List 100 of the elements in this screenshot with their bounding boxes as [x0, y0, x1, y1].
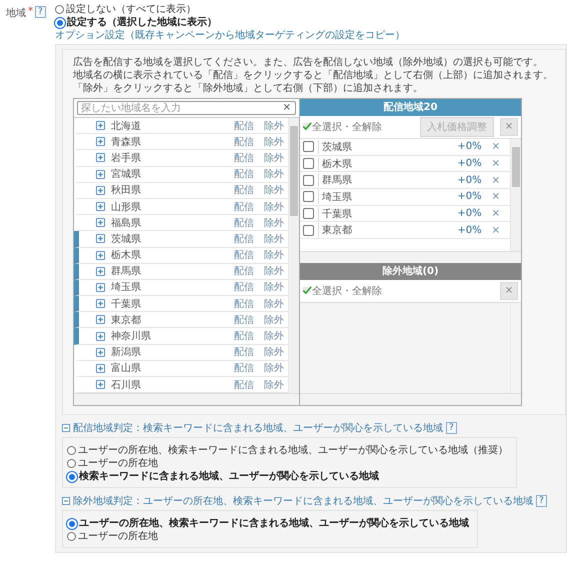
expand-icon[interactable]	[96, 332, 105, 341]
expand-icon[interactable]	[96, 315, 105, 324]
help-button[interactable]: ?	[446, 422, 457, 434]
expand-icon[interactable]	[96, 218, 105, 228]
expand-icon[interactable]	[96, 186, 105, 195]
select-all-link[interactable]: 全選択・全解除	[312, 284, 500, 298]
exclude-link[interactable]: 除外	[264, 167, 284, 182]
deliver-link[interactable]: 配信	[234, 312, 254, 327]
exclude-link[interactable]: 除外	[264, 296, 284, 311]
expand-icon[interactable]	[96, 170, 105, 179]
help-button[interactable]: ?	[536, 495, 547, 508]
expand-icon[interactable]	[96, 348, 105, 357]
remove-button[interactable]: ×	[492, 158, 500, 170]
radio-button[interactable]	[67, 446, 76, 456]
deliver-link[interactable]: 配信	[234, 232, 254, 246]
radio-button[interactable]	[55, 5, 64, 14]
section-title[interactable]: 配信地域判定：検索キーワードに含まれる地域、ユーザーが関心を示している地域	[73, 421, 443, 436]
deliver-link[interactable]: 配信	[234, 216, 254, 230]
region-row[interactable]: 北海道 配信 除外	[74, 118, 288, 134]
deliver-link[interactable]: 配信	[234, 361, 254, 376]
scrollbar[interactable]	[288, 118, 299, 394]
expand-icon[interactable]	[96, 282, 105, 292]
deliver-link[interactable]: 配信	[234, 183, 254, 198]
remove-button[interactable]: ×	[492, 191, 500, 202]
collapse-icon[interactable]	[62, 424, 70, 432]
radio-button[interactable]	[67, 532, 76, 542]
expand-icon[interactable]	[96, 266, 105, 276]
checkbox[interactable]	[303, 158, 314, 170]
instruction-text: 広告を配信する地域を選択してください。また、広告を配信しない地域（除外地域）の選択も可能です。	[73, 56, 544, 69]
checkbox[interactable]	[303, 141, 314, 152]
search-field[interactable]: 探したい地域名を入力 ×	[77, 101, 296, 115]
region-row[interactable]: 青森県 配信 除外	[74, 134, 288, 150]
checkbox[interactable]	[303, 224, 314, 236]
exclude-link[interactable]: 除外	[264, 248, 284, 262]
radio-button[interactable]	[67, 459, 76, 468]
remove-button[interactable]: ×	[500, 282, 518, 300]
instruction-text: 「除外」をクリックすると「除外地域」として右側（下部）に追加されます。	[73, 82, 424, 95]
region-row[interactable]: 宮城県 配信 除外	[74, 166, 288, 183]
deliver-link[interactable]: 配信	[234, 167, 254, 182]
expand-icon[interactable]	[96, 137, 105, 146]
deliver-link[interactable]: 配信	[234, 280, 254, 294]
checkbox[interactable]	[303, 208, 314, 220]
region-row[interactable]: 富山県 配信 除外	[74, 360, 288, 377]
deliver-link[interactable]: 配信	[234, 329, 254, 344]
help-button[interactable]: ?	[35, 6, 46, 18]
exclude-link[interactable]: 除外	[264, 200, 284, 214]
exclude-link[interactable]: 除外	[264, 183, 284, 198]
deliver-link[interactable]: 配信	[234, 264, 254, 278]
region-row[interactable]: 山形県 配信 除外	[74, 198, 288, 216]
horizontal-scrollbar[interactable]	[300, 393, 521, 406]
checkbox[interactable]	[303, 174, 314, 186]
exclude-link[interactable]: 除外	[264, 329, 284, 344]
deliver-link[interactable]: 配信	[234, 200, 254, 214]
deliver-link[interactable]: 配信	[234, 118, 254, 133]
region-row[interactable]: 福島県 配信 除外	[74, 215, 288, 232]
checkmark-icon[interactable]	[302, 122, 312, 132]
deliver-link[interactable]: 配信	[234, 345, 254, 360]
select-all-link[interactable]: 全選択・全解除	[312, 120, 420, 134]
radio-label: ユーザーの所在地	[78, 530, 158, 544]
expand-icon[interactable]	[96, 153, 105, 162]
exclude-link[interactable]: 除外	[264, 150, 284, 165]
expand-icon[interactable]	[96, 299, 105, 308]
exclude-link[interactable]: 除外	[264, 361, 284, 376]
exclude-link[interactable]: 除外	[264, 232, 284, 246]
deliver-link[interactable]: 配信	[234, 296, 254, 311]
exclude-link[interactable]: 除外	[264, 280, 284, 294]
expand-icon[interactable]	[96, 202, 105, 212]
exclude-link[interactable]: 除外	[264, 216, 284, 230]
remove-button[interactable]: ×	[492, 224, 500, 236]
expand-icon[interactable]	[96, 250, 105, 260]
remove-button[interactable]: ×	[492, 208, 500, 220]
exclude-link[interactable]: 除外	[264, 312, 284, 327]
region-row[interactable]: 秋田県 配信 除外	[74, 182, 288, 199]
remove-button[interactable]: ×	[492, 174, 500, 186]
expand-icon[interactable]	[96, 121, 105, 130]
scrollbar[interactable]	[510, 139, 521, 251]
checkmark-icon[interactable]	[302, 286, 312, 296]
exclude-link[interactable]: 除外	[264, 345, 284, 360]
deliver-link[interactable]: 配信	[234, 378, 254, 392]
clear-button[interactable]: ×	[278, 102, 295, 114]
horizontal-scrollbar[interactable]	[300, 251, 521, 263]
exclude-link[interactable]: 除外	[264, 118, 284, 133]
section-title[interactable]: 除外地域判定：ユーザーの所在地、検索キーワードに含まれる地域、ユーザーが関心を示している地域	[73, 494, 533, 508]
deliver-link[interactable]: 配信	[234, 150, 254, 165]
exclude-link[interactable]: 除外	[264, 378, 284, 392]
expand-icon[interactable]	[96, 380, 105, 390]
remove-button[interactable]: ×	[500, 118, 518, 136]
checkbox[interactable]	[303, 191, 314, 202]
deliver-link[interactable]: 配信	[234, 134, 254, 149]
exclude-link[interactable]: 除外	[264, 134, 284, 149]
copy-settings-link[interactable]: オプション設定（既存キャンペーンから地域ターゲティングの設定をコピー）	[55, 29, 405, 43]
horizontal-scrollbar[interactable]	[74, 393, 299, 406]
region-row[interactable]: 岩手県 配信 除外	[74, 150, 288, 167]
expand-icon[interactable]	[96, 364, 105, 373]
exclude-link[interactable]: 除外	[264, 264, 284, 278]
expand-icon[interactable]	[96, 234, 105, 244]
deliver-link[interactable]: 配信	[234, 248, 254, 262]
remove-button[interactable]: ×	[492, 141, 500, 152]
region-row[interactable]: 新潟県 配信 除外	[74, 344, 288, 361]
collapse-icon[interactable]	[62, 497, 70, 506]
